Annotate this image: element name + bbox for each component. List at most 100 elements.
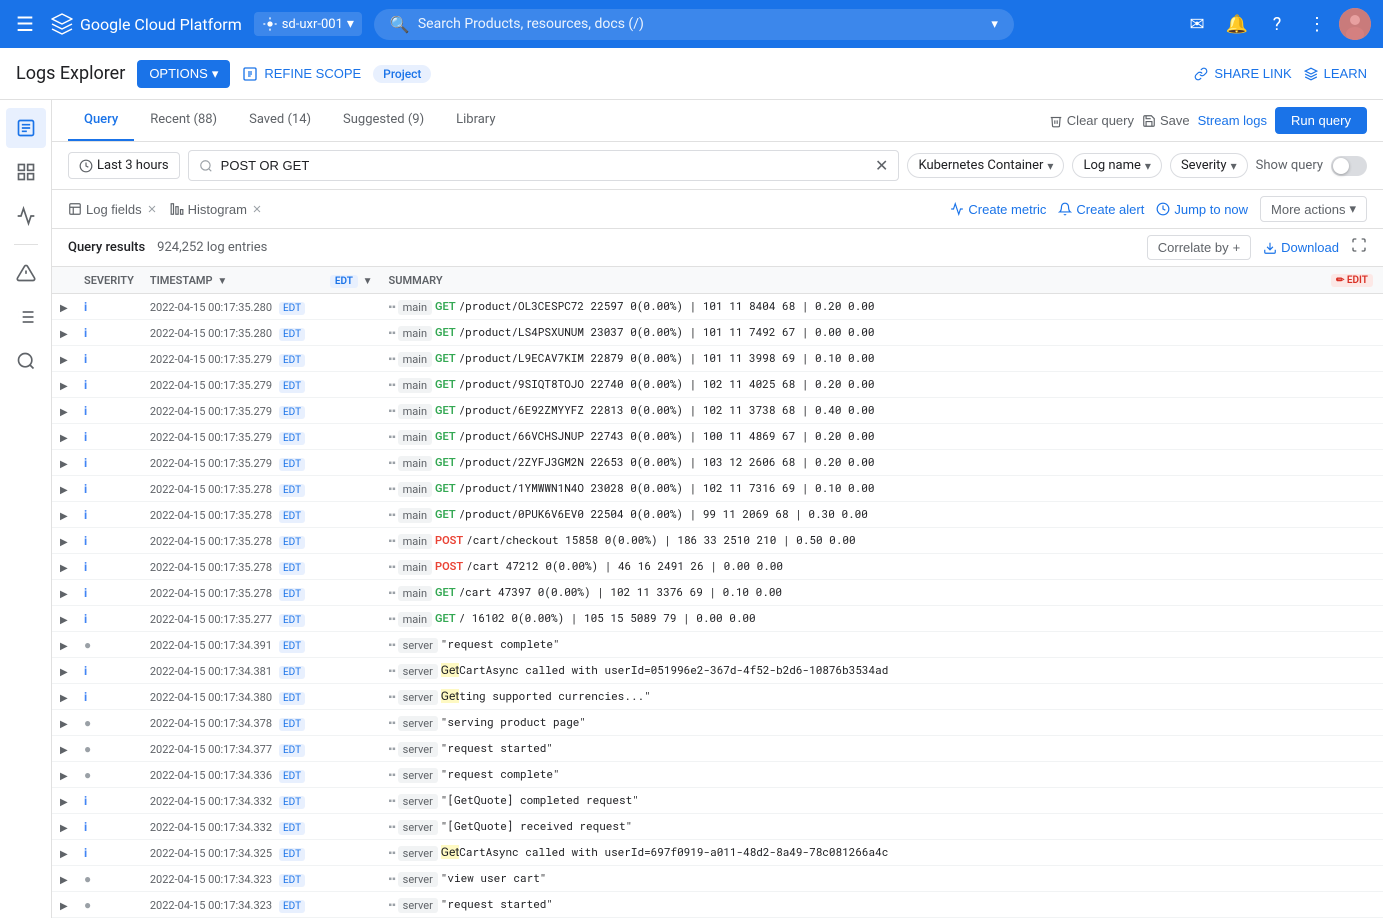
log-text: "[GetQuote] received request" <box>441 818 632 833</box>
email-icon[interactable]: ✉ <box>1179 6 1215 42</box>
sidebar-item-alerts[interactable] <box>6 253 46 293</box>
tab-saved[interactable]: Saved (14) <box>233 100 327 141</box>
notifications-icon[interactable]: 🔔 <box>1219 6 1255 42</box>
histogram-button[interactable]: Histogram <box>170 202 263 217</box>
more-options-icon[interactable]: ⋮ <box>1299 6 1335 42</box>
row-expand-cell[interactable]: ▶ <box>52 294 76 320</box>
severity-chip-arrow: ▾ <box>1231 159 1237 173</box>
row-expand-cell[interactable]: ▶ <box>52 788 76 814</box>
expand-icon[interactable]: ▶ <box>60 537 68 548</box>
source-tag: ▪▪ main <box>389 378 432 393</box>
sidebar-item-metrics[interactable] <box>6 196 46 236</box>
download-button[interactable]: Download <box>1263 240 1339 255</box>
col-header-edt[interactable]: EDT ▼ <box>322 267 381 294</box>
row-expand-cell[interactable]: ▶ <box>52 736 76 762</box>
col-header-edit[interactable]: ✏ EDIT <box>1323 267 1383 294</box>
run-query-button[interactable]: Run query <box>1275 107 1367 134</box>
sidebar-item-search[interactable] <box>6 341 46 381</box>
row-timestamp-cell: 2022-04-15 00:17:34.391 EDT <box>142 632 322 658</box>
clear-query-button[interactable]: Clear query <box>1049 113 1134 128</box>
expand-icon[interactable]: ▶ <box>60 433 68 444</box>
show-query-toggle[interactable] <box>1331 156 1367 176</box>
expand-icon[interactable]: ▶ <box>60 563 68 574</box>
share-link-button[interactable]: SHARE LINK <box>1194 66 1291 81</box>
create-alert-button[interactable]: Create alert <box>1058 202 1144 217</box>
row-expand-cell[interactable]: ▶ <box>52 528 76 554</box>
row-expand-cell[interactable]: ▶ <box>52 710 76 736</box>
row-expand-cell[interactable]: ▶ <box>52 840 76 866</box>
expand-icon[interactable]: ▶ <box>60 667 68 678</box>
expand-icon[interactable]: ▶ <box>60 511 68 522</box>
more-actions-button[interactable]: More actions ▾ <box>1260 196 1367 222</box>
row-expand-cell[interactable]: ▶ <box>52 866 76 892</box>
expand-icon[interactable]: ▶ <box>60 329 68 340</box>
learn-button[interactable]: LEARN <box>1304 66 1367 81</box>
save-button[interactable]: Save <box>1142 113 1190 128</box>
row-expand-cell[interactable]: ▶ <box>52 658 76 684</box>
time-filter[interactable]: Last 3 hours <box>68 152 180 179</box>
log-fields-button[interactable]: Log fields <box>68 202 158 217</box>
avatar[interactable] <box>1339 8 1371 40</box>
project-selector[interactable]: sd-uxr-001 ▾ <box>254 12 362 36</box>
sidebar-item-logs[interactable] <box>6 108 46 148</box>
row-expand-cell[interactable]: ▶ <box>52 632 76 658</box>
log-name-filter-chip[interactable]: Log name ▾ <box>1072 153 1162 178</box>
search-input[interactable] <box>221 158 867 173</box>
row-expand-cell[interactable]: ▶ <box>52 450 76 476</box>
row-expand-cell[interactable]: ▶ <box>52 684 76 710</box>
sidebar-item-list[interactable] <box>6 297 46 337</box>
expand-icon[interactable]: ▶ <box>60 355 68 366</box>
expand-icon[interactable]: ▶ <box>60 407 68 418</box>
expand-icon[interactable]: ▶ <box>60 615 68 626</box>
jump-to-now-button[interactable]: Jump to now <box>1156 202 1248 217</box>
expand-icon[interactable]: ▶ <box>60 745 68 756</box>
expand-icon[interactable]: ▶ <box>60 875 68 886</box>
row-expand-cell[interactable]: ▶ <box>52 346 76 372</box>
tab-recent[interactable]: Recent (88) <box>134 100 233 141</box>
row-expand-cell[interactable]: ▶ <box>52 320 76 346</box>
expand-icon[interactable]: ▶ <box>60 641 68 652</box>
expand-icon[interactable]: ▶ <box>60 901 68 912</box>
source-name: main <box>398 482 432 497</box>
expand-icon[interactable]: ▶ <box>60 823 68 834</box>
fullscreen-button[interactable] <box>1351 237 1367 258</box>
row-expand-cell[interactable]: ▶ <box>52 762 76 788</box>
expand-icon[interactable]: ▶ <box>60 459 68 470</box>
row-expand-cell[interactable]: ▶ <box>52 554 76 580</box>
row-expand-cell[interactable]: ▶ <box>52 502 76 528</box>
help-icon[interactable]: ? <box>1259 6 1295 42</box>
search-bar[interactable]: 🔍 Search Products, resources, docs (/) ▾ <box>374 9 1014 40</box>
row-expand-cell[interactable]: ▶ <box>52 398 76 424</box>
expand-icon[interactable]: ▶ <box>60 719 68 730</box>
severity-filter-chip[interactable]: Severity ▾ <box>1170 153 1248 178</box>
tab-library[interactable]: Library <box>440 100 511 141</box>
create-metric-button[interactable]: Create metric <box>950 202 1046 217</box>
row-expand-cell[interactable]: ▶ <box>52 424 76 450</box>
row-expand-cell[interactable]: ▶ <box>52 606 76 632</box>
expand-icon[interactable]: ▶ <box>60 485 68 496</box>
col-header-timestamp[interactable]: TIMESTAMP ▼ <box>142 267 322 294</box>
expand-icon[interactable]: ▶ <box>60 797 68 808</box>
row-expand-cell[interactable]: ▶ <box>52 580 76 606</box>
row-severity-cell: i <box>76 528 142 554</box>
options-button[interactable]: OPTIONS ▾ <box>137 60 230 88</box>
row-expand-cell[interactable]: ▶ <box>52 372 76 398</box>
row-expand-cell[interactable]: ▶ <box>52 892 76 918</box>
expand-icon[interactable]: ▶ <box>60 693 68 704</box>
sidebar-item-dashboard[interactable] <box>6 152 46 192</box>
expand-icon[interactable]: ▶ <box>60 381 68 392</box>
refine-scope-button[interactable]: REFINE SCOPE <box>242 66 361 82</box>
kubernetes-filter-chip[interactable]: Kubernetes Container ▾ <box>907 153 1064 178</box>
stream-logs-button[interactable]: Stream logs <box>1198 113 1267 128</box>
row-expand-cell[interactable]: ▶ <box>52 814 76 840</box>
correlate-button[interactable]: Correlate by + <box>1147 235 1251 260</box>
expand-icon[interactable]: ▶ <box>60 849 68 860</box>
tab-query[interactable]: Query <box>68 100 134 141</box>
expand-icon[interactable]: ▶ <box>60 771 68 782</box>
row-expand-cell[interactable]: ▶ <box>52 476 76 502</box>
tab-suggested[interactable]: Suggested (9) <box>327 100 440 141</box>
expand-icon[interactable]: ▶ <box>60 303 68 314</box>
menu-icon[interactable]: ☰ <box>12 8 38 40</box>
search-clear-icon[interactable]: ✕ <box>875 156 888 175</box>
expand-icon[interactable]: ▶ <box>60 589 68 600</box>
